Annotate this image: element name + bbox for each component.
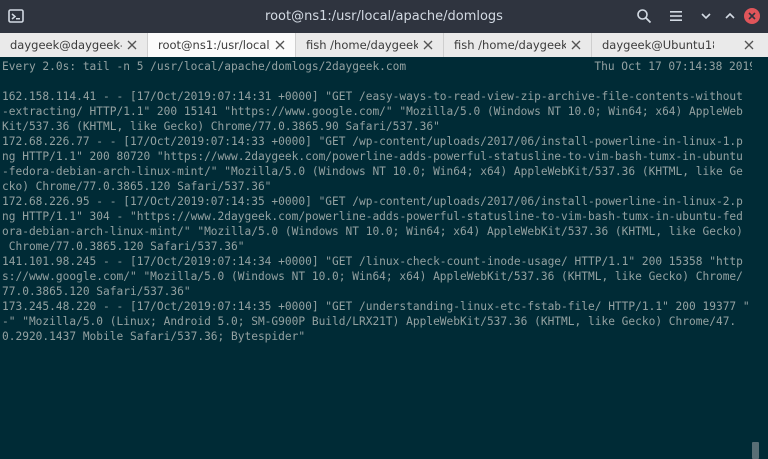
window-title: root@ns1:/usr/local/apache/domlogs: [265, 9, 503, 24]
terminal-window: root@ns1:/usr/local/apache/domlogs dayge…: [0, 0, 768, 459]
tab-4[interactable]: fish /home/daygeek...: [444, 33, 592, 57]
log-line: Kit/537.36 (KHTML, like Gecko) Chrome/77…: [2, 120, 440, 133]
title-bar: root@ns1:/usr/local/apache/domlogs: [0, 0, 768, 33]
close-icon[interactable]: [744, 40, 754, 50]
log-line: s://www.google.com/" "Mozilla/5.0 (Windo…: [2, 270, 743, 283]
close-icon[interactable]: [571, 40, 581, 50]
log-line: 77.0.3865.120 Safari/537.36": [2, 285, 191, 298]
close-icon[interactable]: [743, 7, 761, 25]
tab-label: fish /home/daygeek...: [454, 38, 566, 52]
watch-timestamp: Thu Oct 17 07:14:38 2019: [594, 60, 752, 73]
close-icon[interactable]: [423, 40, 433, 50]
tab-label: daygeek@Ubuntu18...: [602, 38, 714, 52]
close-icon[interactable]: [127, 40, 137, 50]
tab-3[interactable]: fish /home/daygeek...: [296, 33, 444, 57]
search-icon[interactable]: [636, 8, 652, 24]
vertical-scrollbar[interactable]: [752, 57, 768, 459]
log-line: -" "Mozilla/5.0 (Linux; Android 5.0; SM-…: [2, 315, 737, 328]
log-line: ng HTTP/1.1" 200 80720 "https://www.2day…: [2, 150, 743, 163]
log-line: 141.101.98.245 - - [17/Oct/2019:07:14:34…: [2, 255, 743, 268]
log-line: Chrome/77.0.3865.120 Safari/537.36": [2, 240, 245, 253]
log-line: cko) Chrome/77.0.3865.120 Safari/537.36": [2, 180, 272, 193]
tab-label: root@ns1:/usr/local/...: [158, 38, 270, 52]
tab-1[interactable]: daygeek@daygeek-...: [0, 33, 148, 57]
log-line: ng HTTP/1.1" 304 - "https://www.2daygeek…: [2, 210, 743, 223]
tab-bar: daygeek@daygeek-... root@ns1:/usr/local/…: [0, 33, 768, 58]
maximize-icon[interactable]: [722, 8, 738, 24]
tab-2[interactable]: root@ns1:/usr/local/...: [148, 33, 296, 57]
terminal-output[interactable]: Every 2.0s: tail -n 5 /usr/local/apache/…: [0, 57, 752, 459]
tab-5[interactable]: daygeek@Ubuntu18...: [592, 33, 768, 57]
close-icon[interactable]: [275, 40, 285, 50]
log-line: 173.245.48.220 - - [17/Oct/2019:07:14:35…: [2, 300, 750, 313]
minimize-icon[interactable]: [698, 8, 714, 24]
log-line: 162.158.114.41 - - [17/Oct/2019:07:14:31…: [2, 90, 743, 103]
scrollbar-thumb[interactable]: [752, 442, 759, 459]
log-line: 0.2920.1437 Mobile Safari/537.36; Bytesp…: [2, 330, 306, 343]
log-line: ora-debian-arch-linux-mint/" "Mozilla/5.…: [2, 225, 743, 238]
hamburger-menu-icon[interactable]: [668, 8, 684, 24]
log-line: -fedora-debian-arch-linux-mint/" "Mozill…: [2, 165, 743, 178]
log-line: 172.68.226.95 - - [17/Oct/2019:07:14:35 …: [2, 195, 743, 208]
log-line: -extracting/ HTTP/1.1" 200 15141 "https:…: [2, 105, 743, 118]
tab-label: daygeek@daygeek-...: [10, 38, 122, 52]
watch-command: Every 2.0s: tail -n 5 /usr/local/apache/…: [2, 60, 407, 73]
tab-label: fish /home/daygeek...: [306, 38, 418, 52]
log-line: 172.68.226.77 - - [17/Oct/2019:07:14:33 …: [2, 135, 743, 148]
